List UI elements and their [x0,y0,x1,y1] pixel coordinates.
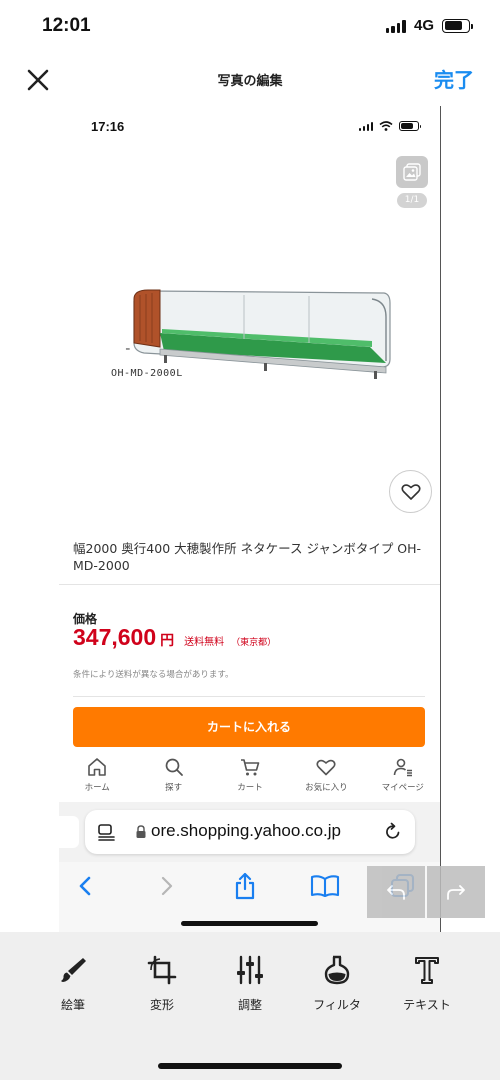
done-button[interactable]: 完了 [434,64,474,93]
tool-label: フィルタ [313,998,361,1012]
svg-text:━: ━ [125,346,130,353]
tab-mypage[interactable]: マイページ [368,756,438,802]
tool-brush[interactable]: 絵筆 [33,954,113,1013]
user-icon [393,758,412,777]
tool-text[interactable]: テキスト [387,954,467,1013]
inner-status-icons [358,121,421,131]
undo-icon [387,885,405,900]
undo-button[interactable] [367,866,425,918]
tab-cart[interactable]: カート [215,756,285,802]
editor-title: 写真の編集 [217,74,283,89]
redo-icon [447,885,465,900]
shipping-note: 条件により送料が異なる場合があります。 [73,670,234,680]
heart-icon [400,483,421,500]
undo-redo-controls [367,866,485,918]
status-time: 12:01 [42,15,91,36]
status-bar: 12:01 4G [0,0,500,54]
sliders-icon [237,955,263,985]
tool-adjust[interactable]: 調整 [210,954,290,1013]
lock-icon [136,825,146,838]
heart-icon [316,759,336,776]
chevron-right-icon [161,876,173,896]
status-icons: 4G [385,17,473,34]
share-button[interactable] [229,870,261,902]
battery-icon [442,18,473,33]
tab-label: ホーム [84,783,110,793]
tool-label: 変形 [149,998,174,1012]
tool-label: 調整 [237,998,262,1012]
tool-transform[interactable]: 変形 [122,954,202,1013]
address-bar-area: ore.shopping.yahoo.co.jp [59,802,440,862]
model-label: OH-MD-2000L [111,368,183,379]
editor-header: 写真の編集 完了 [0,54,500,106]
url-text: ore.shopping.yahoo.co.jp [151,821,341,840]
photo-canvas[interactable]: 17:16 1/1 ━ OH-MD-2000L 幅2000 奥行400 大穂製作… [59,106,441,932]
tab-favorites[interactable]: お気に入り [291,756,361,802]
tool-label: テキスト [403,998,451,1012]
filter-icon [324,955,350,985]
image-counter: 1/1 [397,193,427,208]
previous-tab-edge[interactable] [59,816,79,848]
chevron-left-icon [79,876,91,896]
divider [73,696,425,697]
address-bar[interactable]: ore.shopping.yahoo.co.jp [85,810,415,854]
tool-filter[interactable]: フィルタ [297,954,377,1013]
gallery-button[interactable] [396,156,428,188]
tab-label: カート [237,783,263,793]
price-value: 347,600 [73,624,157,650]
back-button[interactable] [69,870,101,902]
reload-icon[interactable] [383,822,403,842]
inner-status-time: 17:16 [91,119,125,134]
bookmarks-button[interactable] [309,870,341,902]
edit-toolbar: 絵筆 変形 調整 フィルタ テキスト [0,932,500,1080]
brush-icon [61,958,86,982]
shipping-label: 送料無料 [184,637,225,648]
price-unit: 円 [160,633,175,649]
crop-icon [147,955,177,985]
home-icon [88,758,106,776]
shop-tab-bar: ホーム 探す カート お気に入り マイページ [59,756,440,802]
product-title: 幅2000 奥行400 大穂製作所 ネタケース ジャンボタイプ OH-MD-20… [73,541,422,573]
tab-home[interactable]: ホーム [62,756,132,802]
redo-button[interactable] [427,866,485,918]
inner-status-bar: 17:16 [59,106,440,146]
tab-label: マイページ [381,783,424,793]
favorite-button[interactable] [389,470,432,513]
share-icon [235,872,255,900]
inner-battery-icon [399,121,421,131]
home-indicator [158,1063,342,1069]
forward-button[interactable] [151,870,183,902]
tab-label: 探す [165,783,183,793]
inner-home-indicator [181,921,318,926]
tab-label: お気に入り [305,783,348,793]
wifi-icon [379,121,393,131]
add-to-cart-button[interactable]: カートに入れる [73,707,425,747]
text-icon [415,957,439,984]
reader-icon[interactable] [97,822,117,842]
tab-search[interactable]: 探す [139,756,209,802]
image-icon [403,163,421,181]
divider [59,584,440,585]
cart-icon [240,759,260,776]
search-icon [165,758,183,776]
shipping-region: （東京都） [231,638,277,648]
network-label: 4G [413,17,434,34]
inner-signal-icon [358,121,373,131]
tool-label: 絵筆 [60,998,85,1012]
signal-icon [385,19,406,33]
book-icon [310,875,340,898]
price-row: 347,600 円 送料無料 （東京都） [73,624,276,651]
